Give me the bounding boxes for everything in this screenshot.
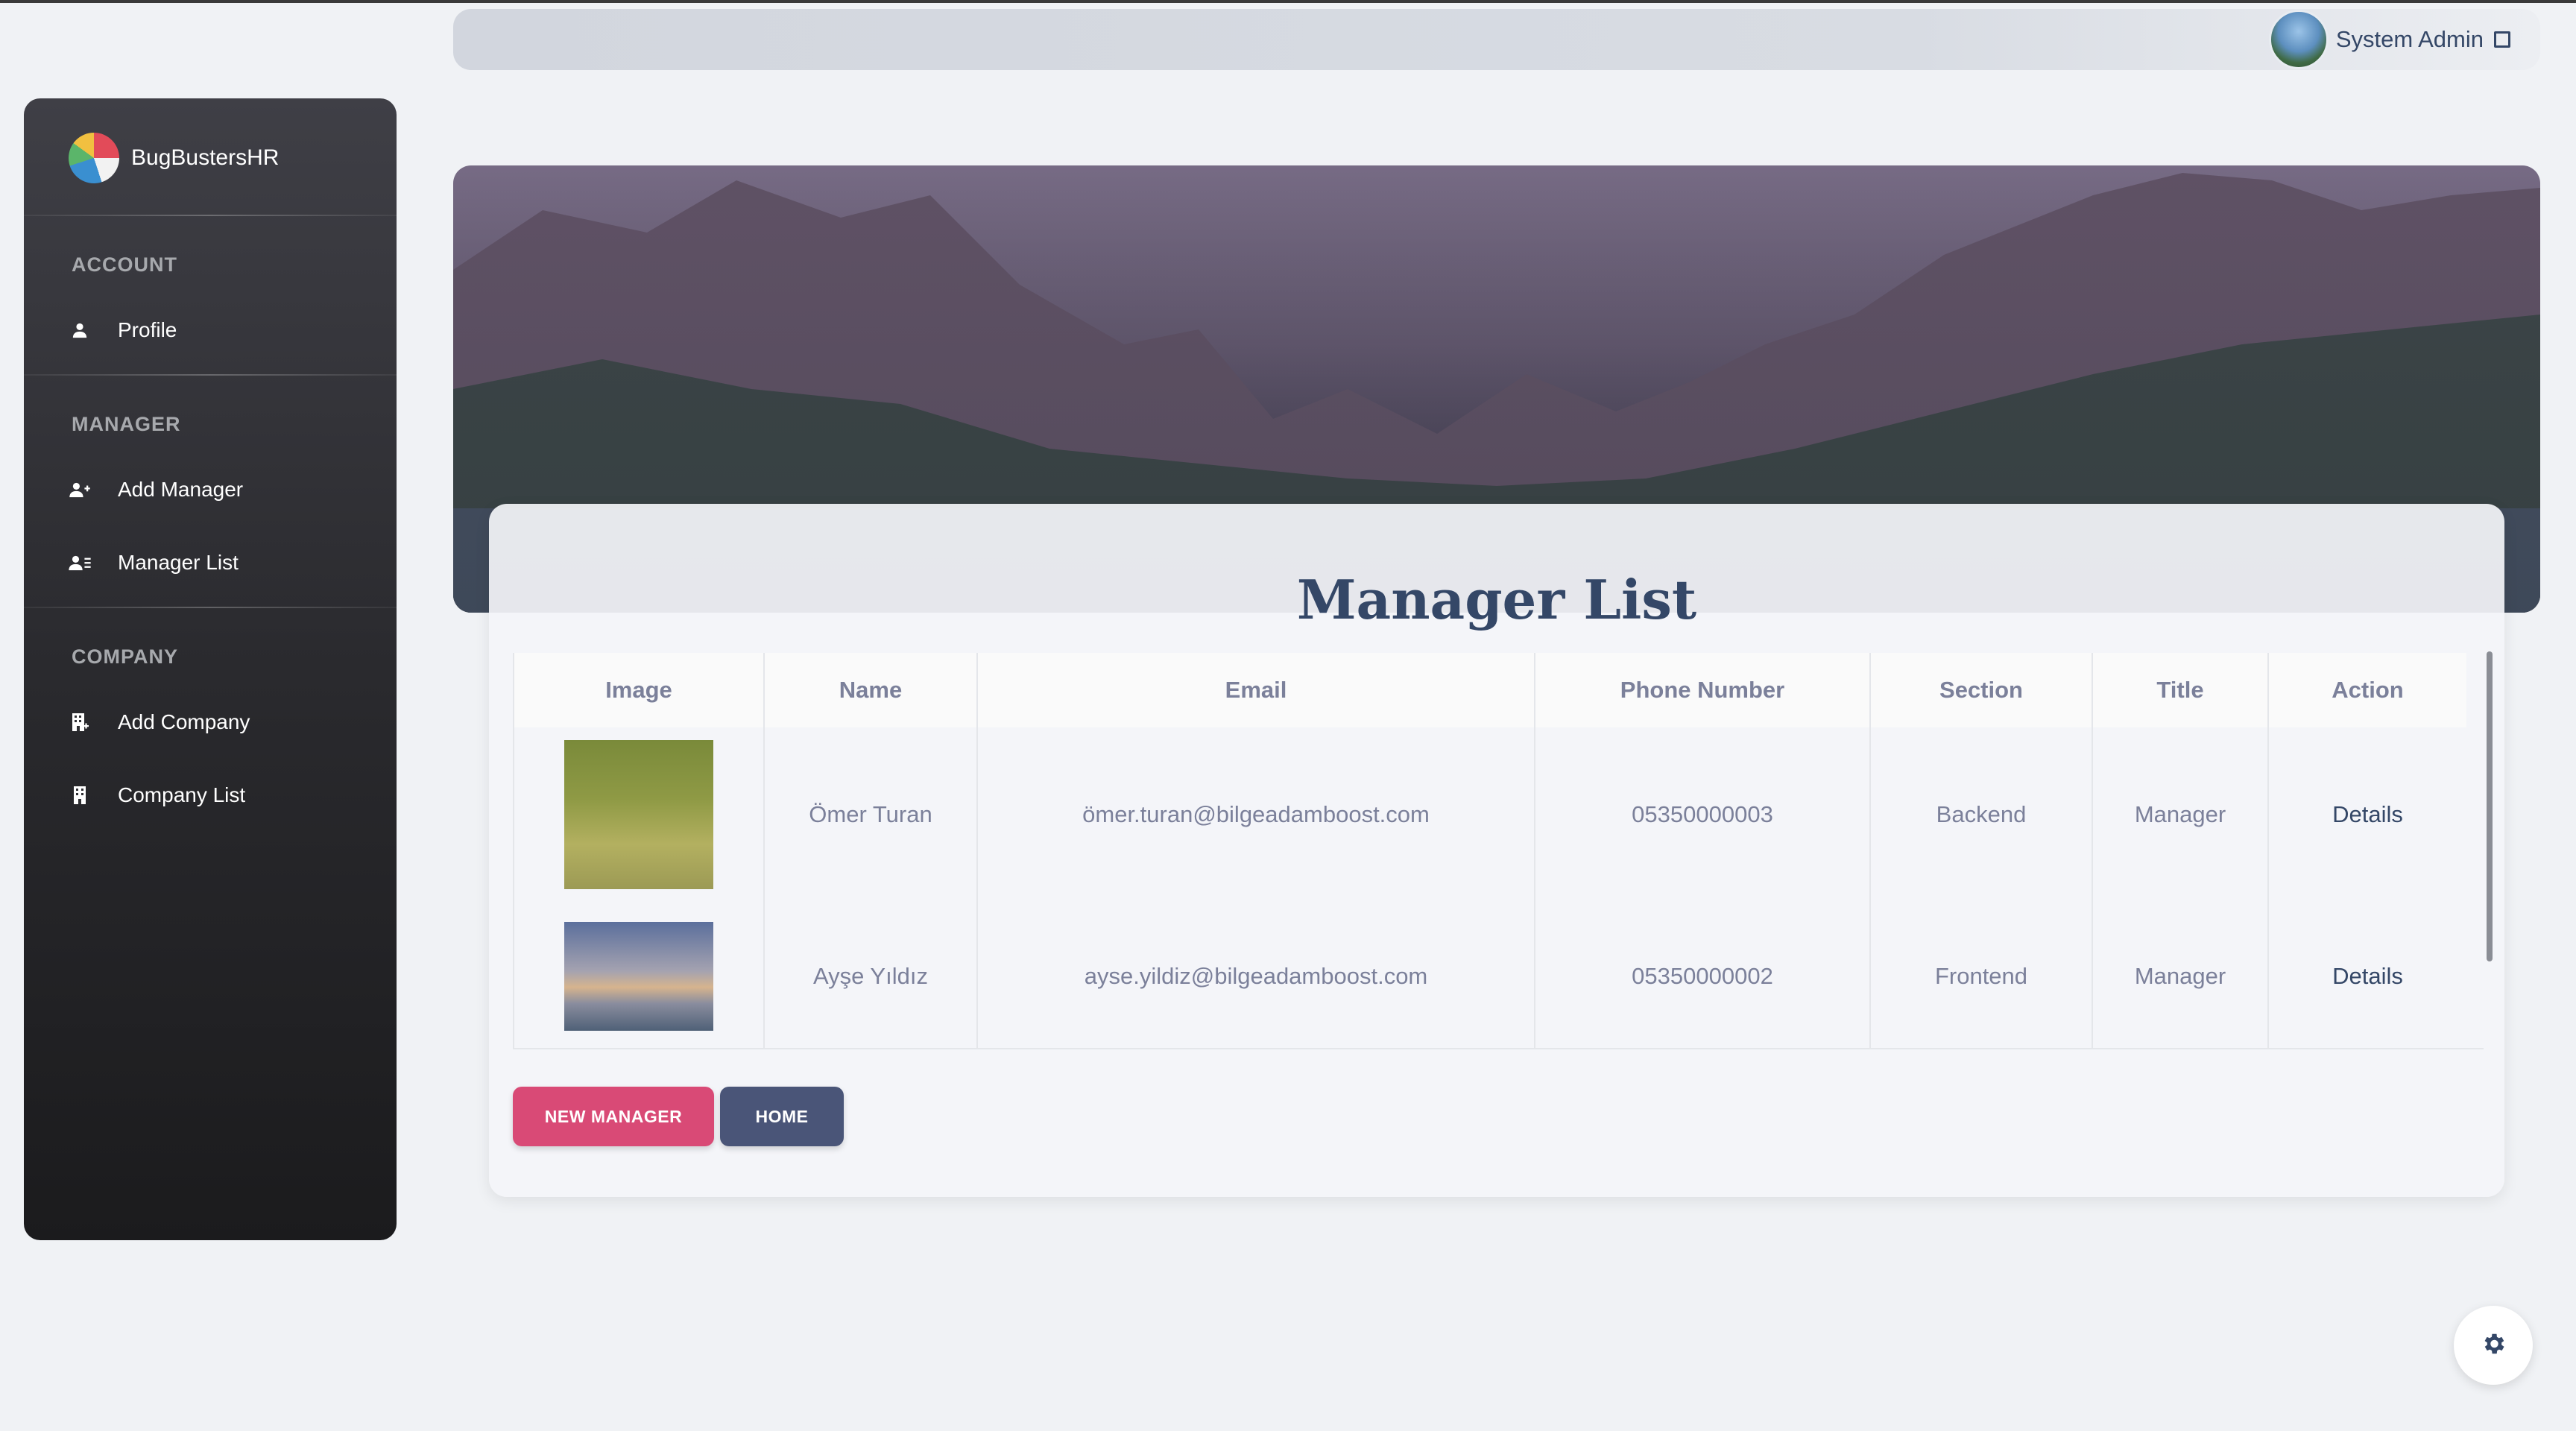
phone-cell: 05350000003	[1534, 727, 1870, 902]
table-row: Ömer Turan ömer.turan@bilgeadamboost.com…	[513, 727, 2466, 902]
title-cell: Manager	[2092, 727, 2268, 902]
manager-table-container[interactable]: Image Name Email Phone Number Section Ti…	[513, 653, 2484, 1049]
phone-cell: 05350000002	[1534, 902, 1870, 1049]
top-navbar: System Admin	[453, 9, 2540, 70]
building-icon	[69, 784, 91, 806]
manager-table: Image Name Email Phone Number Section Ti…	[513, 653, 2466, 1049]
window-icon[interactable]	[2494, 31, 2510, 48]
column-header-action[interactable]: Action	[2267, 653, 2466, 727]
person-list-icon	[69, 552, 91, 574]
brand-logo	[69, 133, 119, 183]
person-add-icon	[69, 478, 91, 501]
building-add-icon	[69, 711, 91, 733]
column-header-phone[interactable]: Phone Number	[1534, 653, 1870, 727]
section-cell: Frontend	[1869, 902, 2092, 1049]
new-manager-button[interactable]: NEW MANAGER	[513, 1087, 714, 1146]
sidebar-divider	[24, 374, 397, 376]
user-menu[interactable]: System Admin	[2268, 10, 2510, 69]
manager-photo	[564, 922, 713, 1031]
email-cell: ayse.yildiz@bilgeadamboost.com	[976, 902, 1535, 1049]
table-row: Ayşe Yıldız ayse.yildiz@bilgeadamboost.c…	[513, 902, 2466, 1049]
person-icon	[69, 319, 91, 341]
section-title-company: COMPANY	[72, 645, 179, 668]
window-top-border	[0, 0, 2576, 3]
column-header-email[interactable]: Email	[976, 653, 1535, 727]
title-cell: Manager	[2092, 902, 2268, 1049]
column-header-title[interactable]: Title	[2092, 653, 2268, 727]
sidebar-item-manager-list[interactable]: Manager List	[69, 537, 367, 589]
table-bottom-divider	[513, 1048, 2484, 1049]
email-cell: ömer.turan@bilgeadamboost.com	[976, 727, 1535, 902]
brand-name: BugBustersHR	[131, 145, 280, 170]
section-title-account: ACCOUNT	[72, 253, 177, 276]
sidebar-divider	[24, 607, 397, 608]
details-link[interactable]: Details	[2267, 727, 2466, 902]
column-header-image[interactable]: Image	[513, 653, 764, 727]
sidebar: BugBustersHR ACCOUNT Profile MANAGER Add…	[24, 98, 397, 1240]
table-header-row: Image Name Email Phone Number Section Ti…	[513, 653, 2466, 727]
page-title: Manager List	[1296, 568, 1697, 631]
sidebar-item-label: Add Manager	[118, 478, 244, 501]
image-cell	[513, 727, 764, 902]
sidebar-item-profile[interactable]: Profile	[69, 304, 367, 356]
sidebar-item-add-company[interactable]: Add Company	[69, 696, 367, 748]
home-button[interactable]: HOME	[720, 1087, 844, 1146]
column-header-section[interactable]: Section	[1869, 653, 2092, 727]
sidebar-item-label: Company List	[118, 783, 246, 806]
table-scrollbar[interactable]	[2487, 651, 2493, 961]
column-header-name[interactable]: Name	[763, 653, 977, 727]
section-title-manager: MANAGER	[72, 413, 181, 435]
sidebar-item-label: Add Company	[118, 710, 250, 733]
sidebar-item-label: Manager List	[118, 551, 239, 574]
brand[interactable]: BugBustersHR	[69, 130, 279, 186]
user-avatar[interactable]	[2268, 10, 2329, 69]
gear-icon	[2480, 1330, 2507, 1361]
sidebar-item-company-list[interactable]: Company List	[69, 769, 367, 821]
sidebar-item-label: Profile	[118, 318, 177, 341]
section-cell: Backend	[1869, 727, 2092, 902]
name-cell: Ayşe Yıldız	[763, 902, 977, 1049]
user-name[interactable]: System Admin	[2336, 26, 2484, 53]
manager-photo	[564, 740, 713, 889]
name-cell: Ömer Turan	[763, 727, 977, 902]
image-cell	[513, 902, 764, 1049]
manager-list-card: Manager List Image Name Email Phone Numb…	[489, 504, 2504, 1197]
details-link[interactable]: Details	[2267, 902, 2466, 1049]
settings-button[interactable]	[2454, 1306, 2533, 1385]
sidebar-item-add-manager[interactable]: Add Manager	[69, 464, 367, 516]
sidebar-divider	[24, 215, 397, 216]
